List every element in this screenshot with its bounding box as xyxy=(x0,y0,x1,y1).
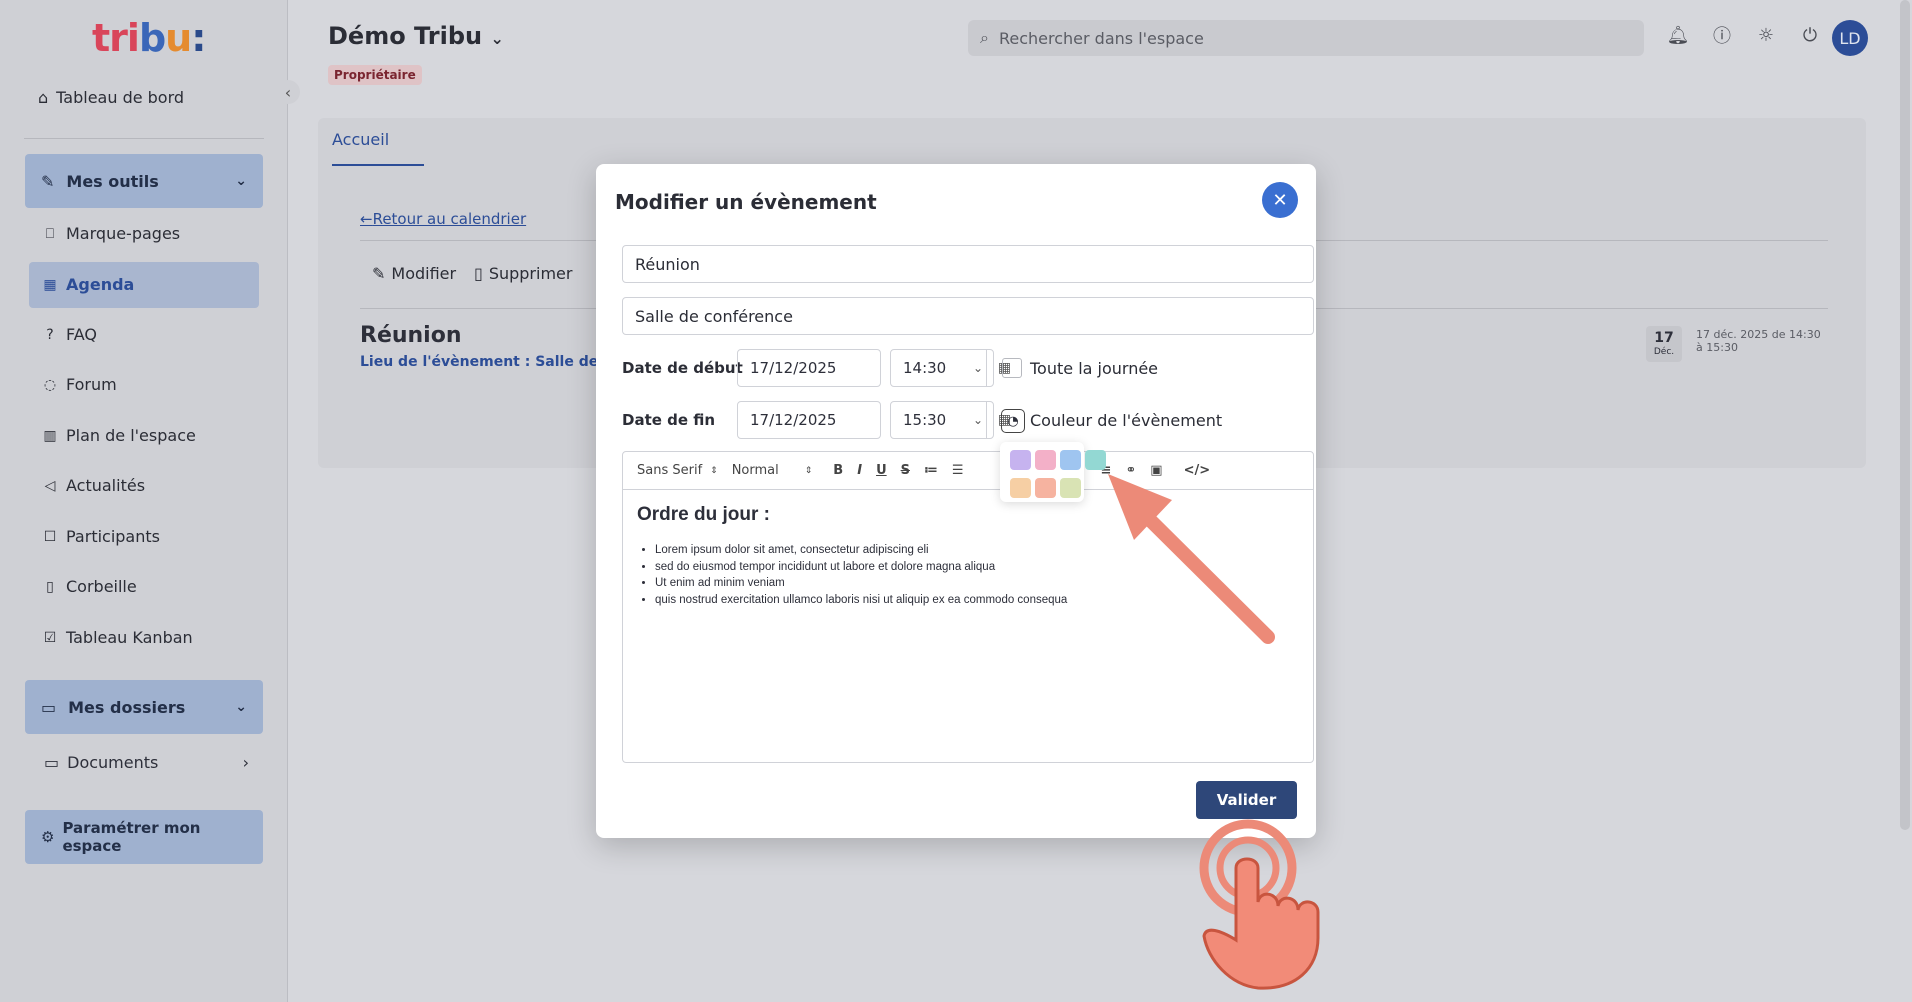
tap-hand-icon xyxy=(1199,819,1320,990)
tutorial-overlay xyxy=(1108,474,1320,990)
arrow-icon xyxy=(1108,474,1275,644)
